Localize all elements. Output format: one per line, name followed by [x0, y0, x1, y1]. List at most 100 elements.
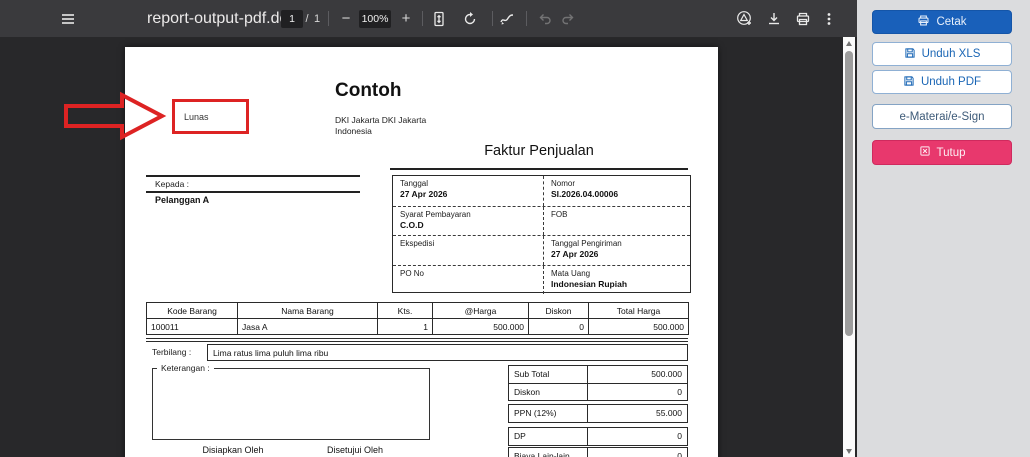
scroll-up-icon[interactable] — [843, 37, 855, 49]
info-label: PO No — [400, 269, 543, 278]
scroll-down-icon[interactable] — [843, 445, 855, 457]
invoice-page: Lunas Contoh DKI Jakarta DKI Jakarta Ind… — [125, 47, 718, 457]
total-value: 0 — [588, 384, 687, 400]
print-button-label: Cetak — [936, 16, 966, 28]
col-header: Total Harga — [589, 303, 689, 319]
item-code: 100011 — [147, 319, 238, 335]
col-header: Kode Barang — [147, 303, 238, 319]
approved-by-label: Disetujui Oleh — [305, 445, 405, 455]
zoom-in-button[interactable]: + — [398, 0, 414, 37]
download-icon[interactable] — [765, 0, 783, 37]
company-address-line1: DKI Jakarta DKI Jakarta — [335, 115, 426, 126]
total-value: 0 — [588, 448, 687, 457]
action-sidebar: Cetak Unduh XLS Unduh PDF e-Materai/e-Si… — [857, 0, 1030, 457]
col-header: @Harga — [433, 303, 529, 319]
totals-section: Sub Total 500.000 Diskon 0 PPN (12%) 55.… — [508, 365, 688, 457]
item-name: Jasa A — [238, 319, 378, 335]
items-table: Kode Barang Nama Barang Kts. @Harga Disk… — [146, 302, 689, 335]
pdf-viewer: report-output-pdf.do 1 / 1 − 100% + — [0, 0, 857, 457]
save-icon — [904, 47, 916, 62]
annotate-pen-icon[interactable] — [498, 0, 516, 37]
paid-stamp-label: Lunas — [184, 112, 209, 122]
page-separator: / — [303, 0, 311, 37]
close-button-label: Tutup — [937, 147, 966, 159]
terbilang-text: Lima ratus lima puluh lima ribu — [213, 348, 328, 358]
info-value: C.O.D — [400, 220, 543, 230]
total-label: Biaya Lain-lain — [509, 448, 588, 457]
pdf-report-window: report-output-pdf.do 1 / 1 − 100% + — [0, 0, 1030, 457]
document-title: report-output-pdf.do — [147, 0, 288, 37]
kepada-label: Kepada : — [155, 179, 189, 189]
total-label: Diskon — [509, 384, 588, 400]
total-value: 0 — [588, 428, 687, 445]
total-row: Biaya Lain-lain 0 — [509, 448, 687, 457]
company-name: Contoh — [335, 80, 401, 102]
invoice-title: Faktur Penjualan — [390, 143, 688, 159]
customer-name: Pelanggan A — [155, 195, 209, 205]
zoom-out-button[interactable]: − — [338, 0, 354, 37]
total-label: Sub Total — [509, 366, 588, 383]
pdf-canvas: Lunas Contoh DKI Jakarta DKI Jakarta Ind… — [0, 37, 843, 457]
menu-icon[interactable] — [56, 0, 80, 37]
scrollbar-thumb[interactable] — [845, 51, 853, 336]
redo-icon[interactable] — [559, 0, 577, 37]
total-row: DP 0 — [509, 428, 687, 445]
terbilang-box: Lima ratus lima puluh lima ribu — [207, 344, 688, 361]
page-total: 1 — [313, 0, 321, 37]
fit-page-icon[interactable] — [430, 0, 448, 37]
col-header: Nama Barang — [238, 303, 378, 319]
divider-double-line — [146, 338, 688, 342]
terbilang-label: Terbilang : — [152, 347, 191, 357]
prepared-by-label: Disiapkan Oleh — [183, 445, 283, 455]
info-label: Tanggal — [400, 179, 543, 188]
save-icon — [903, 75, 915, 90]
items-header-row: Kode Barang Nama Barang Kts. @Harga Disk… — [147, 303, 689, 319]
rotate-icon[interactable] — [461, 0, 479, 37]
total-row: Diskon 0 — [509, 383, 687, 400]
info-label: Tanggal Pengiriman — [551, 239, 691, 248]
printer-icon — [917, 14, 930, 30]
pdf-toolbar: report-output-pdf.do 1 / 1 − 100% + — [0, 0, 857, 37]
total-value: 55.000 — [588, 405, 687, 422]
print-icon[interactable] — [794, 0, 812, 37]
info-value: Indonesian Rupiah — [551, 279, 691, 289]
info-label: Syarat Pembayaran — [400, 210, 543, 219]
total-value: 500.000 — [588, 366, 687, 383]
invoice-info-box: Tanggal27 Apr 2026 NomorSI.2026.04.00006… — [392, 175, 691, 293]
page-number-input[interactable]: 1 — [281, 10, 303, 28]
item-total: 500.000 — [589, 319, 689, 335]
e-materai-label: e-Materai/e-Sign — [899, 111, 984, 123]
col-header: Kts. — [378, 303, 433, 319]
table-row: 100011 Jasa A 1 500.000 0 500.000 — [147, 319, 689, 335]
company-address-line2: Indonesia — [335, 126, 372, 137]
info-value: SI.2026.04.00006 — [551, 189, 691, 199]
print-button[interactable]: Cetak — [872, 10, 1012, 34]
total-label: DP — [509, 428, 588, 445]
paid-stamp: Lunas — [172, 99, 249, 134]
item-discount: 0 — [529, 319, 589, 335]
undo-icon[interactable] — [536, 0, 554, 37]
total-row: Sub Total 500.000 — [509, 366, 687, 383]
item-price: 500.000 — [433, 319, 529, 335]
item-qty: 1 — [378, 319, 433, 335]
zoom-level-input[interactable]: 100% — [359, 10, 391, 28]
more-options-icon[interactable] — [821, 0, 837, 37]
title-underline — [390, 168, 688, 170]
e-materai-button[interactable]: e-Materai/e-Sign — [872, 104, 1012, 129]
info-label: Mata Uang — [551, 269, 691, 278]
info-value: 27 Apr 2026 — [551, 249, 691, 259]
download-xls-button[interactable]: Unduh XLS — [872, 42, 1012, 66]
annotation-shape-icon[interactable] — [735, 0, 753, 37]
download-pdf-label: Unduh PDF — [921, 76, 981, 88]
info-value: 27 Apr 2026 — [400, 189, 543, 199]
info-label: Ekspedisi — [400, 239, 543, 248]
vertical-scrollbar[interactable] — [843, 37, 855, 457]
keterangan-label: Keterangan : — [157, 363, 214, 373]
info-label: Nomor — [551, 179, 691, 188]
close-button[interactable]: Tutup — [872, 140, 1012, 165]
download-pdf-button[interactable]: Unduh PDF — [872, 70, 1012, 94]
download-xls-label: Unduh XLS — [922, 48, 981, 60]
total-row: PPN (12%) 55.000 — [509, 405, 687, 422]
red-arrow-annotation — [58, 90, 170, 142]
keterangan-box: Keterangan : — [152, 368, 430, 440]
